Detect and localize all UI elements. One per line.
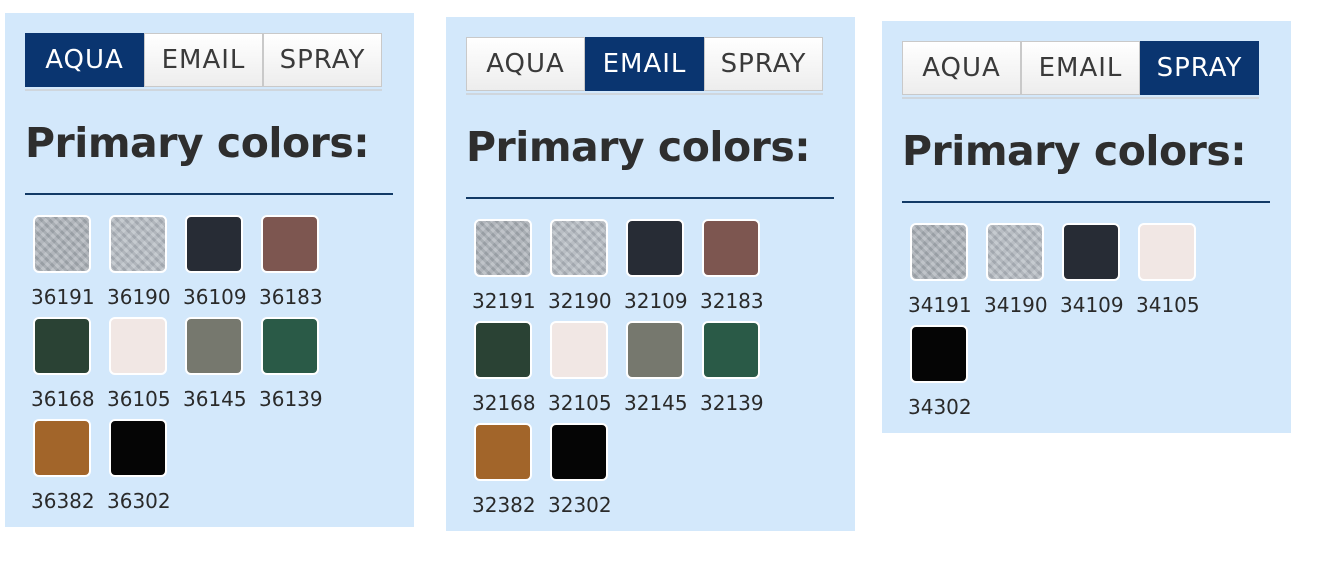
- swatch-chip: [626, 219, 684, 277]
- swatch-chip: [910, 325, 968, 383]
- swatch-code: 36168: [31, 387, 95, 411]
- swatch-grid: 36191 36190 36109 36183 36168 36105 36145 36139…: [31, 215, 351, 521]
- swatch-code: 36382: [31, 489, 95, 513]
- swatch-code: 32168: [472, 391, 536, 415]
- swatch-code: 32139: [700, 391, 764, 415]
- tab-spray[interactable]: SPRAY: [704, 37, 823, 91]
- swatch-code: 34302: [908, 395, 972, 419]
- swatch-chip: [185, 215, 243, 273]
- swatch-code: 32302: [548, 493, 612, 517]
- section-title: Primary colors:: [466, 123, 811, 171]
- color-swatch[interactable]: 36183: [259, 215, 335, 317]
- color-swatch[interactable]: 36145: [183, 317, 259, 419]
- color-swatch[interactable]: 32145: [624, 321, 700, 423]
- color-swatch[interactable]: 34105: [1136, 223, 1212, 325]
- swatch-code: 36191: [31, 285, 95, 309]
- color-swatch[interactable]: 32302: [548, 423, 624, 525]
- swatch-chip: [33, 317, 91, 375]
- swatch-code: 36139: [259, 387, 323, 411]
- swatch-chip: [1062, 223, 1120, 281]
- color-swatch[interactable]: 32139: [700, 321, 776, 423]
- title-divider: [25, 193, 393, 195]
- swatch-chip: [185, 317, 243, 375]
- section-title: Primary colors:: [902, 127, 1247, 175]
- swatch-chip: [261, 317, 319, 375]
- color-panel-spray: AQUA EMAIL SPRAY Primary colors: 34191 34…: [882, 21, 1291, 433]
- color-swatch[interactable]: 36191: [31, 215, 107, 317]
- tab-email[interactable]: EMAIL: [1021, 41, 1140, 95]
- swatch-chip: [986, 223, 1044, 281]
- swatch-chip: [261, 215, 319, 273]
- section-title: Primary colors:: [25, 119, 370, 167]
- swatch-code: 36190: [107, 285, 171, 309]
- swatch-code: 32105: [548, 391, 612, 415]
- swatch-code: 36105: [107, 387, 171, 411]
- swatch-chip: [474, 423, 532, 481]
- color-swatch[interactable]: 36105: [107, 317, 183, 419]
- swatch-code: 34190: [984, 293, 1048, 317]
- tab-aqua[interactable]: AQUA: [25, 33, 144, 87]
- swatch-code: 32191: [472, 289, 536, 313]
- color-swatch[interactable]: 36139: [259, 317, 335, 419]
- swatch-code: 36145: [183, 387, 247, 411]
- swatch-chip: [33, 215, 91, 273]
- swatch-chip: [1138, 223, 1196, 281]
- color-panel-email: AQUA EMAIL SPRAY Primary colors: 32191 32…: [446, 17, 855, 531]
- tab-spray[interactable]: SPRAY: [1140, 41, 1259, 95]
- color-swatch[interactable]: 32190: [548, 219, 624, 321]
- color-swatch[interactable]: 32168: [472, 321, 548, 423]
- swatch-code: 32145: [624, 391, 688, 415]
- title-divider: [902, 201, 1270, 203]
- swatch-chip: [910, 223, 968, 281]
- tab-spray[interactable]: SPRAY: [263, 33, 382, 87]
- color-swatch[interactable]: 34191: [908, 223, 984, 325]
- swatch-chip: [474, 219, 532, 277]
- color-swatch[interactable]: 36109: [183, 215, 259, 317]
- color-swatch[interactable]: 36190: [107, 215, 183, 317]
- product-tabs: AQUA EMAIL SPRAY: [25, 33, 382, 91]
- color-swatch[interactable]: 36382: [31, 419, 107, 521]
- swatch-code: 32183: [700, 289, 764, 313]
- tab-aqua[interactable]: AQUA: [902, 41, 1021, 95]
- swatch-code: 34109: [1060, 293, 1124, 317]
- swatch-chip: [33, 419, 91, 477]
- swatch-chip: [550, 423, 608, 481]
- swatch-chip: [702, 219, 760, 277]
- color-swatch[interactable]: 32109: [624, 219, 700, 321]
- swatch-grid: 32191 32190 32109 32183 32168 32105 32145 32139…: [472, 219, 792, 525]
- swatch-chip: [109, 317, 167, 375]
- swatch-chip: [702, 321, 760, 379]
- swatch-chip: [626, 321, 684, 379]
- color-swatch[interactable]: 36168: [31, 317, 107, 419]
- swatch-code: 34191: [908, 293, 972, 317]
- tab-email[interactable]: EMAIL: [144, 33, 263, 87]
- color-panel-aqua: AQUA EMAIL SPRAY Primary colors: 36191 36…: [5, 13, 414, 527]
- swatch-code: 36109: [183, 285, 247, 309]
- swatch-code: 32382: [472, 493, 536, 517]
- color-swatch[interactable]: 34109: [1060, 223, 1136, 325]
- swatch-chip: [474, 321, 532, 379]
- swatch-code: 36183: [259, 285, 323, 309]
- swatch-chip: [109, 419, 167, 477]
- swatch-code: 32109: [624, 289, 688, 313]
- color-swatch[interactable]: 32191: [472, 219, 548, 321]
- swatch-code: 34105: [1136, 293, 1200, 317]
- swatch-code: 32190: [548, 289, 612, 313]
- product-tabs: AQUA EMAIL SPRAY: [466, 37, 823, 95]
- tab-email[interactable]: EMAIL: [585, 37, 704, 91]
- product-tabs: AQUA EMAIL SPRAY: [902, 41, 1259, 99]
- swatch-chip: [109, 215, 167, 273]
- color-swatch[interactable]: 32183: [700, 219, 776, 321]
- color-swatch[interactable]: 34302: [908, 325, 984, 427]
- swatch-chip: [550, 219, 608, 277]
- swatch-code: 36302: [107, 489, 171, 513]
- title-divider: [466, 197, 834, 199]
- swatch-grid: 34191 34190 34109 34105 34302: [908, 223, 1228, 427]
- swatch-chip: [550, 321, 608, 379]
- color-swatch[interactable]: 34190: [984, 223, 1060, 325]
- color-swatch[interactable]: 32382: [472, 423, 548, 525]
- tab-aqua[interactable]: AQUA: [466, 37, 585, 91]
- color-swatch[interactable]: 32105: [548, 321, 624, 423]
- color-swatch[interactable]: 36302: [107, 419, 183, 521]
